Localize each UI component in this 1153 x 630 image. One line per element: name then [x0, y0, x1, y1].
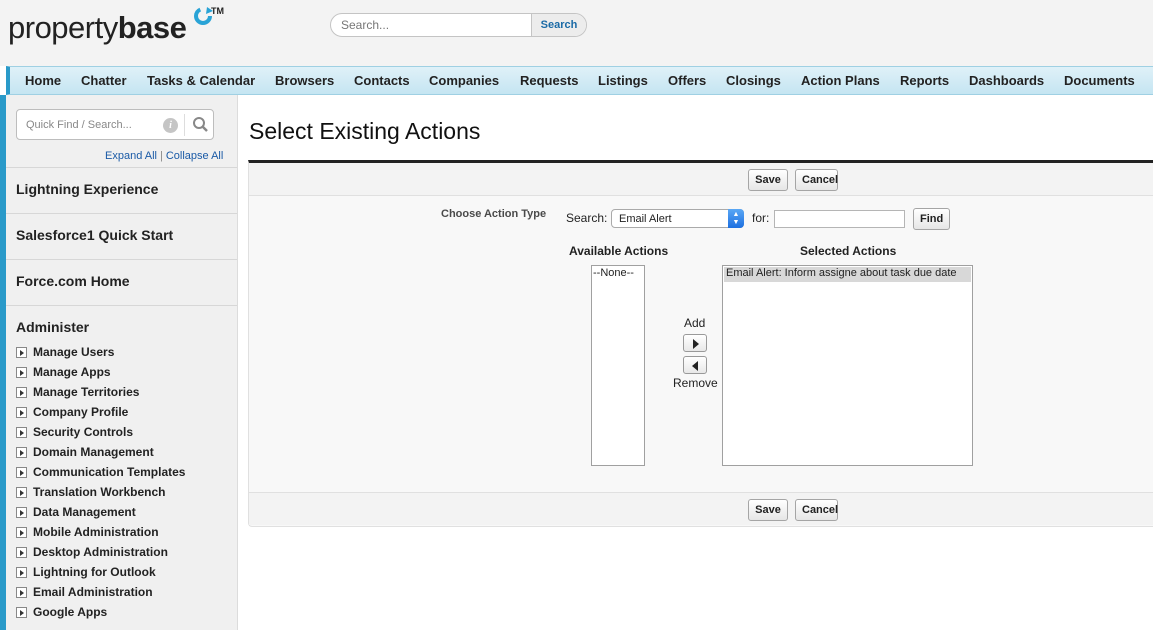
search-icon[interactable] — [192, 116, 209, 133]
sidebar-item-label: Desktop Administration — [33, 545, 168, 559]
sidebar-section-lightning-experience[interactable]: Lightning Experience — [6, 167, 237, 211]
quick-find-input[interactable]: Quick Find / Search... — [26, 119, 132, 131]
separator: | — [159, 150, 163, 162]
expand-toggle-icon[interactable] — [16, 607, 27, 618]
sidebar-item-label: Translation Workbench — [33, 485, 166, 499]
sidebar-item-label: Google Apps — [33, 605, 108, 619]
sidebar-item-label: Domain Management — [33, 445, 154, 459]
expand-toggle-icon[interactable] — [16, 387, 27, 398]
sidebar-section-salesforce1-quick-start[interactable]: Salesforce1 Quick Start — [6, 213, 237, 257]
expand-collapse-links: Expand All | Collapse All — [105, 150, 223, 162]
remove-label: Remove — [673, 376, 718, 390]
select-arrows-icon: ▲ ▼ — [728, 209, 744, 228]
sidebar-item-label: Data Management — [33, 505, 136, 519]
available-actions-heading: Available Actions — [569, 244, 669, 258]
sidebar-section-force-com-home[interactable]: Force.com Home — [6, 259, 237, 303]
save-button-bottom[interactable]: Save — [748, 499, 788, 521]
tab-offers[interactable]: Offers — [668, 67, 706, 95]
sidebar-item-label: Company Profile — [33, 405, 129, 419]
tab-documents[interactable]: Documents — [1064, 67, 1135, 95]
global-search-input[interactable]: Search... — [341, 18, 389, 32]
add-label: Add — [684, 316, 706, 330]
tab-chatter[interactable]: Chatter — [81, 67, 127, 95]
sidebar-section-label: Force.com Home — [16, 273, 130, 289]
expand-toggle-icon[interactable] — [16, 427, 27, 438]
logo-wordmark: propertybase — [8, 10, 187, 45]
tab-dashboards[interactable]: Dashboards — [969, 67, 1044, 95]
expand-toggle-icon[interactable] — [16, 527, 27, 538]
action-type-value: Email Alert — [619, 213, 672, 225]
find-button[interactable]: Find — [913, 208, 950, 230]
page-title: Select Existing Actions — [249, 118, 481, 144]
for-input[interactable] — [774, 210, 905, 228]
cancel-button-top[interactable]: Cancel — [795, 169, 838, 191]
expand-all-link[interactable]: Expand All — [105, 150, 157, 162]
global-search: Search... Search — [330, 13, 587, 37]
tab-contacts[interactable]: Contacts — [354, 67, 410, 95]
expand-toggle-icon[interactable] — [16, 507, 27, 518]
available-actions-list[interactable]: --None-- — [591, 265, 645, 466]
info-icon[interactable]: i — [163, 118, 178, 133]
sidebar-item-label: Security Controls — [33, 425, 134, 439]
sidebar-item-label: Email Administration — [33, 585, 153, 599]
selected-actions-list[interactable]: Email Alert: Inform assigne about task d… — [722, 265, 973, 466]
sidebar-item-label: Manage Users — [33, 345, 115, 359]
tab-tasks-calendar[interactable]: Tasks & Calendar — [147, 67, 255, 95]
sidebar-item-label: Mobile Administration — [33, 525, 159, 539]
sidebar-item-label: Manage Apps — [33, 365, 111, 379]
expand-toggle-icon[interactable] — [16, 347, 27, 358]
choose-action-type-label: Choose Action Type — [441, 208, 547, 220]
sidebar-item-label: Communication Templates — [33, 465, 186, 479]
bottom-button-row: Save Cancel — [249, 492, 1153, 525]
for-label: for: — [752, 211, 770, 225]
tab-action-plans[interactable]: Action Plans — [801, 67, 880, 95]
list-item[interactable]: --None-- — [593, 267, 634, 279]
global-search-button[interactable]: Search — [531, 14, 586, 36]
sidebar-section-label: Administer — [16, 319, 90, 335]
expand-toggle-icon[interactable] — [16, 587, 27, 598]
tab-closings[interactable]: Closings — [726, 67, 781, 95]
tab-browsers[interactable]: Browsers — [275, 67, 334, 95]
remove-arrow-button[interactable] — [683, 356, 707, 374]
save-button-top[interactable]: Save — [748, 169, 788, 191]
sidebar-item-label: Lightning for Outlook — [33, 565, 156, 579]
tab-listings[interactable]: Listings — [598, 67, 648, 95]
collapse-all-link[interactable]: Collapse All — [166, 150, 223, 162]
sidebar-section-administer[interactable]: Administer — [6, 305, 237, 349]
divider — [184, 114, 185, 136]
sidebar-section-label: Salesforce1 Quick Start — [16, 227, 174, 243]
tab-requests[interactable]: Requests — [520, 67, 579, 95]
setup-sidebar: Quick Find / Search... i Expand All | Coll… — [0, 95, 238, 630]
sidebar-item-label: Manage Territories — [33, 385, 140, 399]
selected-actions-heading: Selected Actions — [800, 244, 897, 258]
expand-toggle-icon[interactable] — [16, 407, 27, 418]
tab-reports[interactable]: Reports — [900, 67, 949, 95]
quick-find-box[interactable]: Quick Find / Search... i — [16, 109, 214, 140]
expand-toggle-icon[interactable] — [16, 547, 27, 558]
expand-toggle-icon[interactable] — [16, 567, 27, 578]
list-item[interactable]: Email Alert: Inform assigne about task d… — [724, 267, 971, 282]
expand-toggle-icon[interactable] — [16, 367, 27, 378]
app-header: propertybase TM Search... Search — [0, 0, 1153, 66]
add-arrow-button[interactable] — [683, 334, 707, 352]
action-type-select[interactable]: Email Alert ▲ ▼ — [611, 209, 744, 228]
trademark: TM — [211, 6, 224, 16]
expand-toggle-icon[interactable] — [16, 487, 27, 498]
action-search-label: Search: — [566, 211, 608, 225]
cancel-button-bottom[interactable]: Cancel — [795, 499, 838, 521]
expand-toggle-icon[interactable] — [16, 467, 27, 478]
top-button-row: Save Cancel — [249, 163, 1153, 196]
tab-home[interactable]: Home — [25, 67, 61, 95]
sidebar-section-label: Lightning Experience — [16, 181, 159, 197]
tab-bar: Home Chatter Tasks & Calendar Browsers Conta… — [6, 66, 1153, 95]
expand-toggle-icon[interactable] — [16, 447, 27, 458]
tab-companies[interactable]: Companies — [429, 67, 499, 95]
